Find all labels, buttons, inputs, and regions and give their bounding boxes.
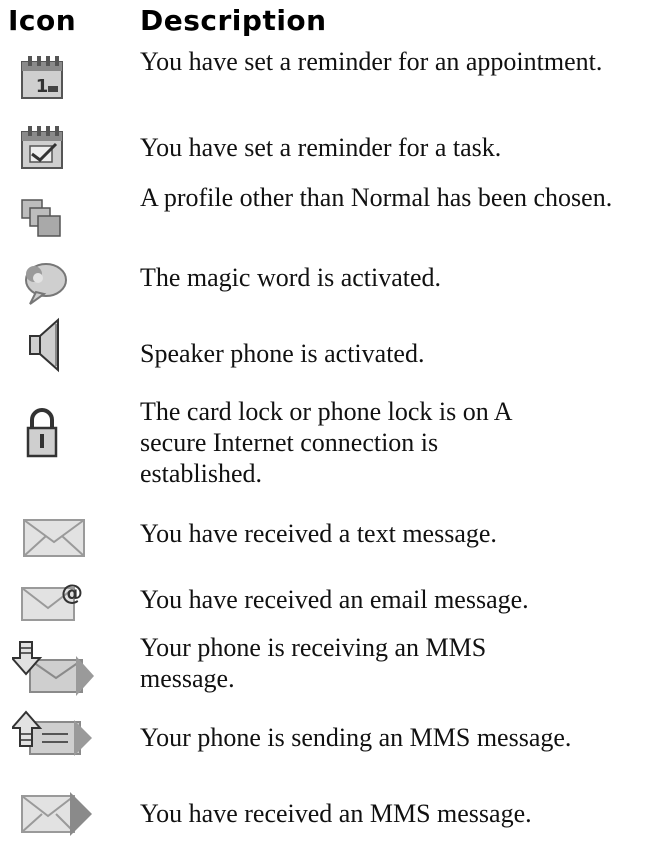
row-description: A profile other than Normal has been cho… — [140, 183, 613, 212]
row-description: You have set a reminder for a task. — [140, 133, 502, 162]
speaker-phone-icon — [12, 314, 96, 378]
task-reminder-icon — [12, 122, 96, 186]
row-description: You have received a text message. — [140, 519, 497, 548]
magic-word-icon — [12, 254, 96, 318]
mms-receiving-icon — [12, 638, 96, 702]
appointment-reminder-icon: 1 — [12, 52, 96, 116]
row-description: You have set a reminder for an appointme… — [140, 47, 603, 76]
header-description: Description — [140, 4, 327, 37]
mms-received-icon — [12, 786, 96, 850]
mms-sending-icon — [12, 710, 96, 774]
header-icon: Icon — [8, 4, 77, 37]
row-description: Your phone is receiving an MMS message. — [140, 633, 487, 693]
lock-icon — [12, 406, 96, 470]
row-description: Your phone is sending an MMS message. — [140, 723, 572, 752]
profile-icon — [12, 196, 96, 260]
row-description: You have received an MMS message. — [140, 799, 532, 828]
svg-text:1: 1 — [36, 76, 49, 97]
row-description: The card lock or phone lock is on A secu… — [140, 397, 512, 488]
email-message-icon: @ — [12, 574, 96, 638]
text-message-icon — [12, 514, 96, 578]
svg-text:@: @ — [61, 581, 83, 606]
row-description: The magic word is activated. — [140, 263, 442, 292]
row-description: You have received an email message. — [140, 585, 529, 614]
row-description: Speaker phone is activated. — [140, 339, 425, 368]
